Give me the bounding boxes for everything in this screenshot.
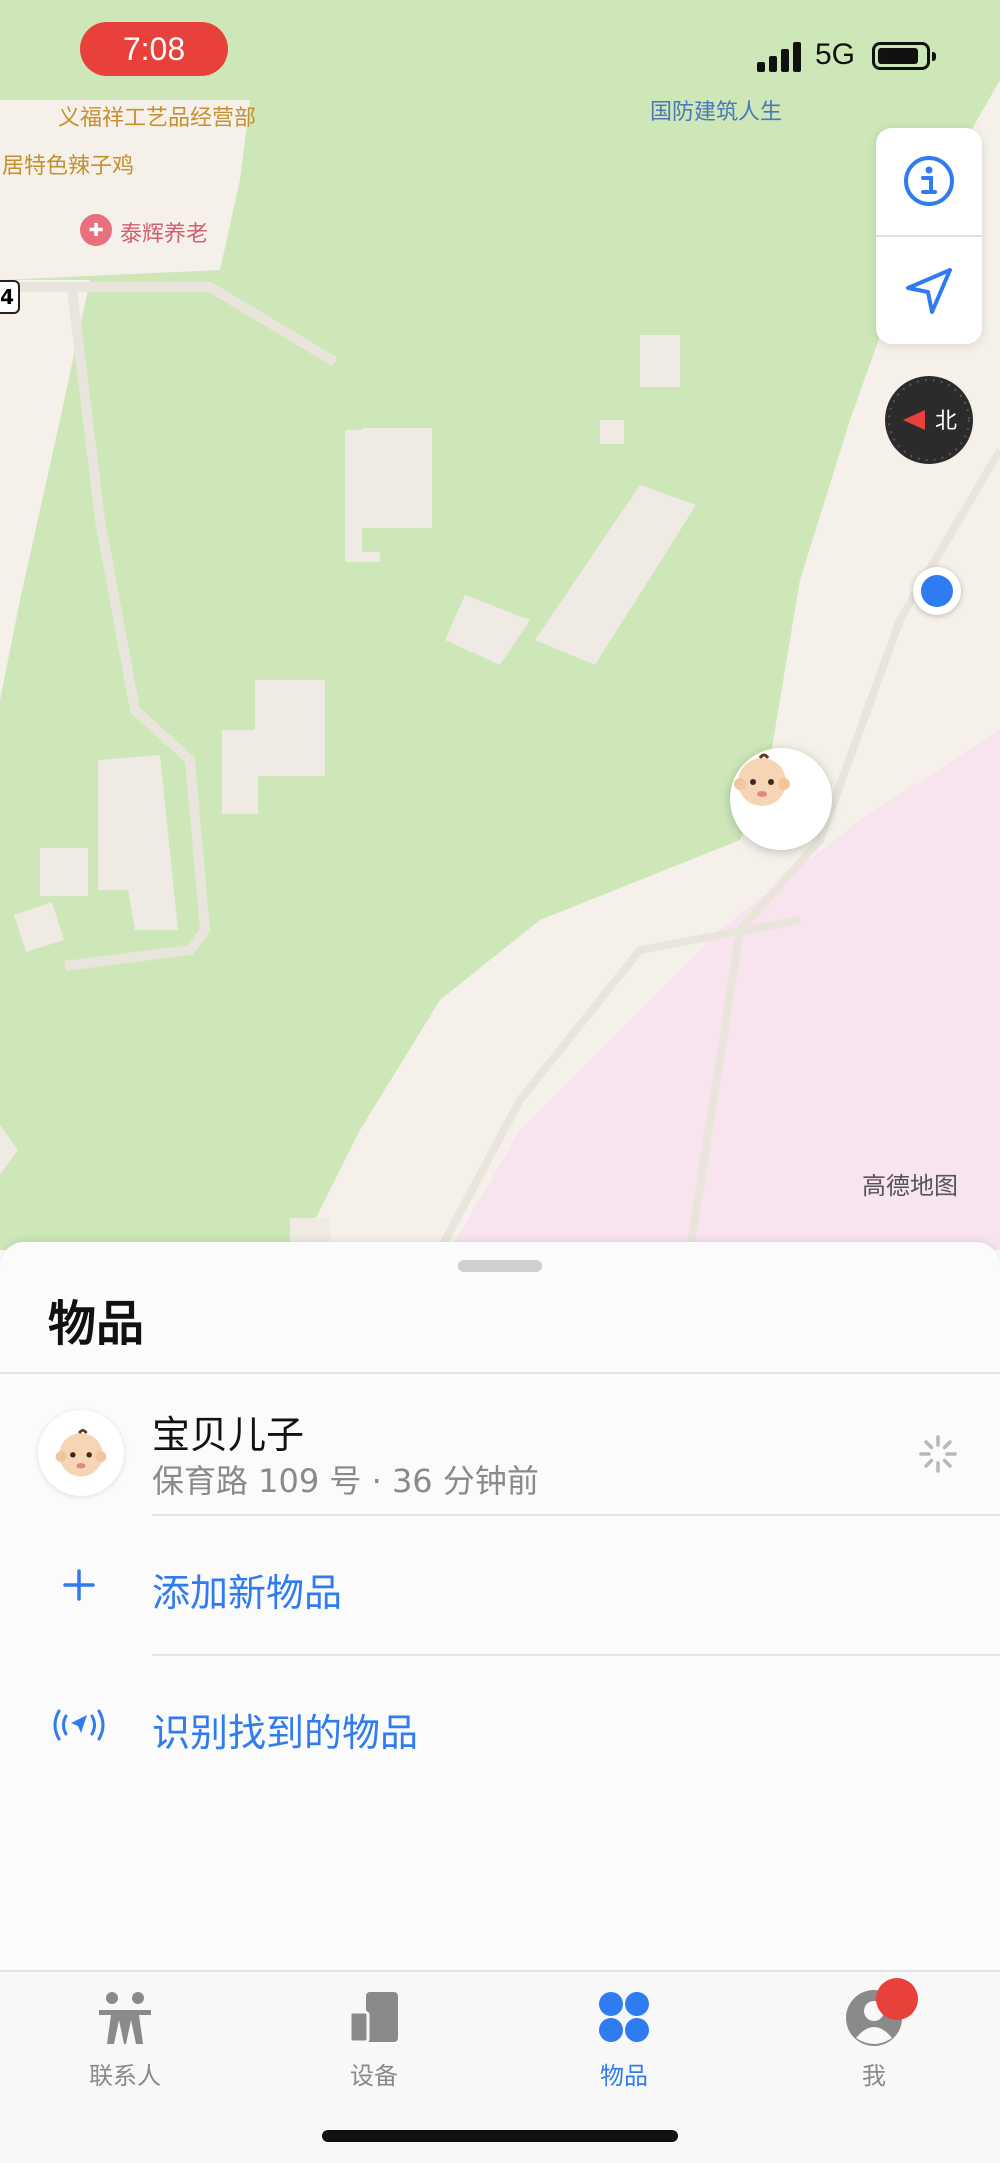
- identify-found-item-label: 识别找到的物品: [152, 1711, 419, 1755]
- network-type: 5G: [815, 38, 856, 71]
- battery-icon: [872, 42, 936, 70]
- sheet-grabber[interactable]: [458, 1260, 542, 1272]
- plus-icon: [42, 1560, 116, 1610]
- tab-devices[interactable]: 设备: [304, 1988, 444, 2098]
- map-controls: [876, 128, 982, 344]
- devices-icon: [348, 1992, 398, 2044]
- tab-me[interactable]: 我: [804, 1978, 944, 2098]
- baby-emoji-icon: [55, 1429, 107, 1477]
- user-location-dot[interactable]: [913, 567, 961, 615]
- status-bar: 7:08 5G: [0, 0, 1000, 110]
- items-icon: [599, 1992, 649, 2042]
- item-name: 宝贝儿子: [152, 1413, 305, 1457]
- location-arrow-icon: [906, 268, 952, 314]
- locate-button[interactable]: [876, 238, 982, 344]
- item-pin-baby[interactable]: [730, 748, 832, 850]
- tab-label: 物品: [600, 2062, 648, 2090]
- people-icon: [99, 1992, 151, 2044]
- svg-text:北: 北: [935, 409, 957, 434]
- map-canvas: [0, 0, 1000, 1250]
- compass-icon[interactable]: 北: [885, 376, 973, 464]
- map-poi-label[interactable]: 居特色辣子鸡: [2, 148, 134, 180]
- info-button[interactable]: [876, 128, 982, 234]
- map-view[interactable]: 义福祥工艺品经营部 国防建筑人生 居特色辣子鸡 ✚ 泰辉养老 4 北 高德地图: [0, 0, 1000, 1250]
- loading-spinner-icon: [919, 1435, 957, 1473]
- tab-label: 设备: [350, 2062, 398, 2090]
- add-new-item-label: 添加新物品: [152, 1571, 343, 1615]
- tab-label: 联系人: [89, 2062, 161, 2090]
- tab-items[interactable]: 物品: [554, 1988, 694, 2098]
- road-number-shield: 4: [0, 280, 20, 314]
- item-location-time: 保育路 109 号 · 36 分钟前: [152, 1462, 539, 1500]
- list-item-baby-son[interactable]: 宝贝儿子 保育路 109 号 · 36 分钟前: [0, 1374, 1000, 1514]
- notification-badge: [876, 1978, 918, 2020]
- status-time[interactable]: 7:08: [80, 22, 228, 76]
- map-attribution: 高德地图: [862, 1172, 958, 1200]
- tab-label: 我: [862, 2062, 886, 2090]
- map-poi-label[interactable]: 泰辉养老: [120, 216, 208, 248]
- info-icon: [904, 156, 954, 206]
- identify-found-item-button[interactable]: 识别找到的物品: [0, 1656, 1000, 1794]
- cellular-signal-icon: [757, 40, 805, 72]
- baby-emoji-icon: [734, 753, 790, 806]
- add-new-item-button[interactable]: 添加新物品: [0, 1516, 1000, 1654]
- home-indicator[interactable]: [322, 2130, 678, 2142]
- divider: [876, 235, 982, 237]
- sheet-title: 物品: [48, 1296, 145, 1352]
- tab-people[interactable]: 联系人: [55, 1988, 195, 2098]
- item-avatar: [38, 1410, 124, 1496]
- hospital-icon[interactable]: ✚: [80, 214, 112, 246]
- items-sheet: 物品 宝贝儿子 保育路 109 号 · 36 分钟前 添加新物品 识别找到的物品: [0, 1242, 1000, 1972]
- airtag-signal-icon: [42, 1700, 116, 1750]
